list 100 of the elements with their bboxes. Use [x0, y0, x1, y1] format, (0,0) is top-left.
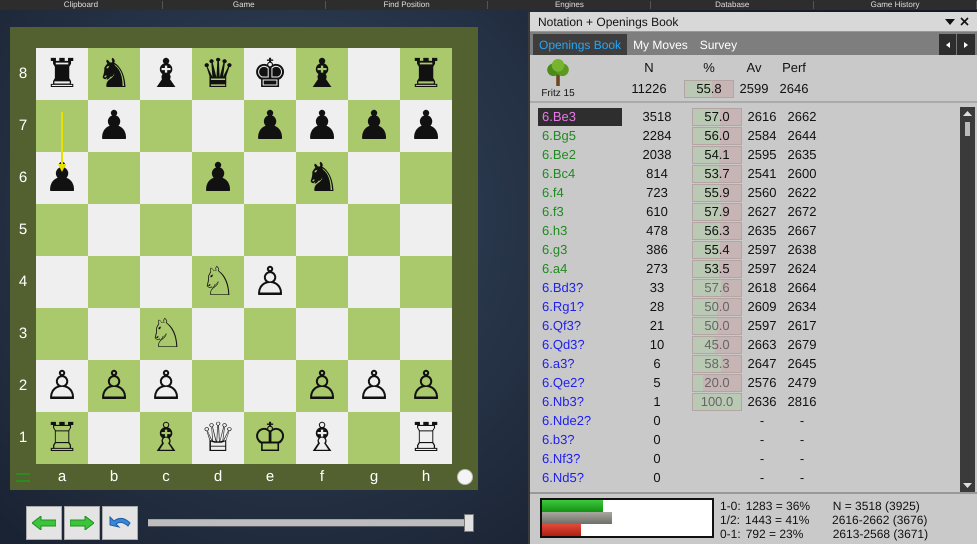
dropdown-icon[interactable] — [945, 18, 955, 24]
board-square[interactable]: ♟ — [192, 152, 244, 204]
board-square[interactable]: ♘ — [192, 256, 244, 308]
board-square[interactable]: ♟ — [348, 100, 400, 152]
board-square[interactable] — [244, 152, 296, 204]
board-square[interactable]: ♟ — [296, 100, 348, 152]
board-square[interactable] — [400, 152, 452, 204]
chess-piece[interactable]: ♝ — [148, 52, 184, 96]
board-square[interactable] — [348, 256, 400, 308]
board-square[interactable] — [348, 308, 400, 360]
book-move[interactable]: 6.Bd3? — [538, 278, 622, 296]
chess-piece[interactable]: ♘ — [148, 312, 184, 356]
board-square[interactable] — [88, 412, 140, 464]
chess-piece[interactable]: ♞ — [304, 156, 340, 200]
close-icon[interactable] — [960, 17, 969, 26]
board-square[interactable] — [296, 256, 348, 308]
menu-item[interactable]: Game History — [814, 1, 977, 9]
board-square[interactable]: ♟ — [400, 100, 452, 152]
book-move[interactable]: 6.Nb3? — [538, 392, 622, 410]
book-move[interactable]: 6.Nd5? — [538, 468, 622, 486]
board-square[interactable]: ♝ — [140, 48, 192, 100]
slider-thumb[interactable] — [464, 514, 474, 532]
chess-piece[interactable]: ♙ — [96, 364, 132, 408]
board-square[interactable]: ♟ — [244, 100, 296, 152]
board-square[interactable] — [88, 256, 140, 308]
menu-item[interactable]: Engines — [488, 1, 652, 9]
board-square[interactable] — [400, 256, 452, 308]
board-square[interactable] — [36, 204, 88, 256]
board-square[interactable]: ♙ — [88, 360, 140, 412]
board-square[interactable]: ♙ — [244, 256, 296, 308]
chess-piece[interactable]: ♚ — [252, 52, 288, 96]
book-move[interactable]: 6.Rg1? — [538, 298, 622, 316]
board-square[interactable]: ♝ — [296, 48, 348, 100]
board-square[interactable] — [140, 256, 192, 308]
board-square[interactable]: ♖ — [400, 412, 452, 464]
board-square[interactable]: ♜ — [36, 48, 88, 100]
chess-piece[interactable]: ♙ — [148, 364, 184, 408]
menu-item[interactable]: Find Position — [326, 1, 488, 9]
board-square[interactable] — [244, 204, 296, 256]
board-square[interactable]: ♚ — [244, 48, 296, 100]
back-button[interactable] — [26, 506, 62, 540]
board-square[interactable] — [192, 204, 244, 256]
book-move[interactable]: 6.Nde2? — [538, 412, 622, 430]
board-square[interactable] — [296, 308, 348, 360]
chess-piece[interactable]: ♖ — [44, 416, 80, 460]
board-square[interactable]: ♙ — [348, 360, 400, 412]
board-square[interactable] — [244, 308, 296, 360]
board-square[interactable]: ♖ — [36, 412, 88, 464]
board-square[interactable] — [36, 100, 88, 152]
board-square[interactable] — [348, 204, 400, 256]
forward-button[interactable] — [64, 506, 100, 540]
scroll-right-button[interactable] — [957, 34, 975, 55]
board-square[interactable] — [88, 152, 140, 204]
board-square[interactable]: ♙ — [296, 360, 348, 412]
board-square[interactable]: ♟ — [88, 100, 140, 152]
chess-piece[interactable]: ♙ — [304, 364, 340, 408]
chess-piece[interactable]: ♜ — [408, 52, 444, 96]
board-square[interactable] — [348, 412, 400, 464]
scrollbar-thumb[interactable] — [965, 122, 970, 136]
undo-button[interactable] — [102, 506, 138, 540]
board-square[interactable] — [140, 100, 192, 152]
board-square[interactable] — [348, 48, 400, 100]
book-move[interactable]: 6.Be3 — [538, 108, 622, 126]
book-move[interactable]: 6.Qe2? — [538, 374, 622, 392]
board-square[interactable]: ♜ — [400, 48, 452, 100]
book-move[interactable]: 6.Nf3? — [538, 450, 622, 468]
menu-item[interactable]: Game — [162, 1, 326, 9]
chess-piece[interactable]: ♜ — [44, 52, 80, 96]
board-square[interactable]: ♞ — [88, 48, 140, 100]
menu-item[interactable]: Database — [651, 1, 814, 9]
board-square[interactable]: ♙ — [140, 360, 192, 412]
chess-piece[interactable]: ♗ — [304, 416, 340, 460]
tab[interactable]: Survey — [694, 34, 744, 55]
chess-piece[interactable]: ♙ — [408, 364, 444, 408]
scroll-left-button[interactable] — [939, 34, 957, 55]
board-square[interactable] — [36, 308, 88, 360]
chess-piece[interactable]: ♖ — [408, 416, 444, 460]
menu-item[interactable]: Clipboard — [0, 1, 163, 9]
chess-piece[interactable]: ♞ — [96, 52, 132, 96]
board-square[interactable]: ♞ — [296, 152, 348, 204]
chess-piece[interactable]: ♔ — [252, 416, 288, 460]
board-square[interactable]: ♔ — [244, 412, 296, 464]
chess-piece[interactable]: ♟ — [252, 104, 288, 148]
board-square[interactable]: ♗ — [296, 412, 348, 464]
board-square[interactable] — [192, 360, 244, 412]
chess-piece[interactable]: ♙ — [44, 364, 80, 408]
board-square[interactable] — [348, 152, 400, 204]
board-square[interactable] — [192, 100, 244, 152]
chess-piece[interactable]: ♗ — [148, 416, 184, 460]
board-square[interactable]: ♛ — [192, 48, 244, 100]
board-square[interactable]: ♕ — [192, 412, 244, 464]
chess-piece[interactable]: ♝ — [304, 52, 340, 96]
board-square[interactable] — [88, 204, 140, 256]
board-square[interactable]: ♙ — [36, 360, 88, 412]
chess-piece[interactable]: ♛ — [200, 52, 236, 96]
tab[interactable]: My Moves — [627, 34, 694, 55]
book-move[interactable]: 6.Qf3? — [538, 316, 622, 334]
board-square[interactable] — [140, 152, 192, 204]
chess-piece[interactable]: ♟ — [304, 104, 340, 148]
board-square[interactable] — [244, 360, 296, 412]
